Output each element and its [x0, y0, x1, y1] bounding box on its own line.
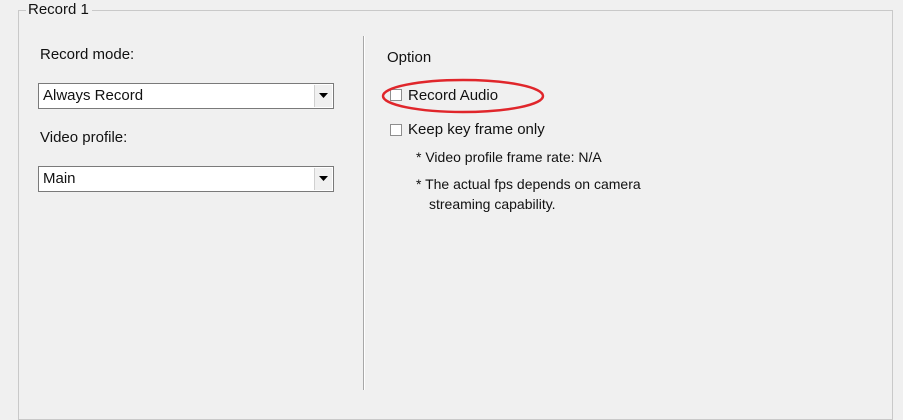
video-profile-label: Video profile: [40, 129, 128, 146]
frame-rate-note: * Video profile frame rate: N/A [416, 149, 602, 165]
record-mode-dropdown-button[interactable] [314, 85, 332, 107]
record-groupbox [18, 10, 893, 420]
keep-key-frame-checkbox[interactable] [390, 124, 402, 136]
record-mode-select[interactable]: Always Record [38, 83, 334, 109]
video-profile-value: Main [43, 170, 76, 187]
record-mode-value: Always Record [43, 87, 144, 104]
video-profile-dropdown-button[interactable] [314, 168, 332, 190]
fps-note-line2: streaming capability. [429, 196, 556, 212]
chevron-down-icon [319, 176, 328, 181]
keep-key-frame-label[interactable]: Keep key frame only [408, 121, 545, 139]
chevron-down-icon [319, 93, 328, 98]
column-divider [363, 36, 365, 390]
group-title: Record 1 [26, 1, 92, 19]
record-audio-label[interactable]: Record Audio [408, 87, 498, 105]
video-profile-select[interactable]: Main [38, 166, 334, 192]
record-mode-label: Record mode: [40, 46, 135, 63]
fps-note-line1: * The actual fps depends on camera [416, 176, 641, 192]
option-title: Option [387, 49, 432, 66]
record-audio-checkbox[interactable] [390, 89, 402, 101]
